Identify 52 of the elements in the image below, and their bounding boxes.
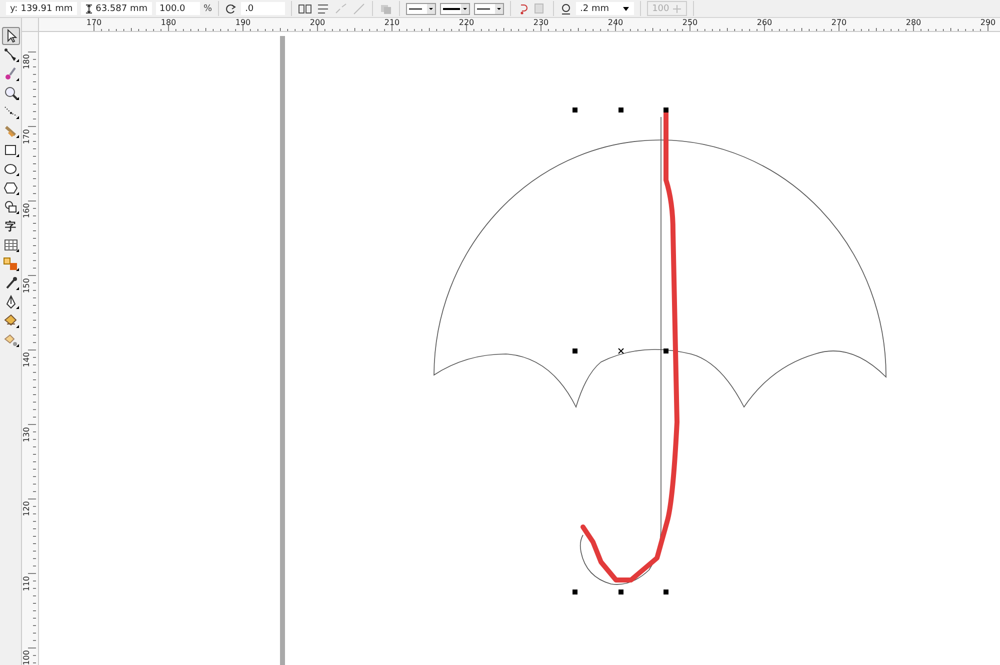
ruler-label: 180 [160, 18, 178, 27]
caret-icon [622, 6, 630, 12]
ruler-label: 130 [22, 426, 31, 442]
line-style-dropdown[interactable] [440, 2, 470, 14]
ruler-label: 240 [606, 18, 624, 27]
selection-handle[interactable] [572, 348, 578, 354]
ruler-label: 270 [830, 18, 848, 27]
selection-handle[interactable] [664, 348, 668, 354]
outline-pen-icon[interactable] [560, 2, 572, 14]
pick-tool-button[interactable] [2, 27, 20, 45]
ruler-label: 250 [681, 18, 699, 27]
percent-label: % [204, 4, 212, 14]
ruler-label: 140 [22, 352, 31, 368]
arrowhead-dropdown[interactable] [406, 2, 436, 14]
ruler-label: 200 [308, 18, 326, 27]
ruler-label: 260 [756, 18, 774, 27]
center-marker-icon[interactable] [618, 348, 624, 354]
ruler-label: 220 [458, 18, 476, 27]
selection-handle[interactable] [618, 108, 624, 112]
selection-handle[interactable] [664, 590, 668, 594]
arrowhead-dropdown[interactable] [474, 2, 504, 14]
node-icon[interactable] [334, 2, 348, 14]
y-label: y: [10, 4, 18, 14]
ruler-label: 120 [22, 501, 31, 516]
selection-handle[interactable] [664, 108, 668, 112]
shape-tool-button[interactable] [2, 46, 20, 64]
ruler-label: 150 [22, 278, 31, 293]
y-value: 139.91 mm [20, 4, 73, 14]
outline-width-dropdown[interactable]: .2 mm [576, 2, 634, 15]
height-icon[interactable] [84, 4, 93, 14]
selection-handle[interactable] [572, 590, 578, 594]
ruler-label: 230 [532, 18, 550, 27]
mirror-horizontal-icon[interactable] [298, 2, 312, 14]
ruler-label: 160 [22, 203, 31, 218]
ruler-label: 290 [979, 18, 997, 27]
ruler-label: 100 [22, 650, 31, 665]
ruler-label: 170 [85, 18, 103, 27]
rotation-field[interactable]: .0 [241, 2, 286, 15]
selection-handle[interactable] [618, 590, 624, 594]
ruler-label: 110 [22, 576, 31, 591]
fill-tool-button[interactable] [2, 312, 20, 330]
ruler-label: 210 [383, 18, 401, 27]
y-position-field[interactable]: y: 139.91 mm [6, 2, 77, 15]
text-tool[interactable]: 字 [2, 217, 20, 235]
rotate-icon[interactable] [225, 2, 238, 14]
ruler-label: 180 [22, 54, 31, 70]
ruler-label: 190 [234, 18, 252, 27]
mirror-vertical-icon[interactable] [316, 2, 330, 14]
ruler-label: 280 [904, 18, 922, 27]
selection-handle[interactable] [572, 108, 578, 112]
ruler-label: 170 [22, 128, 31, 144]
spin-icon [672, 4, 682, 14]
